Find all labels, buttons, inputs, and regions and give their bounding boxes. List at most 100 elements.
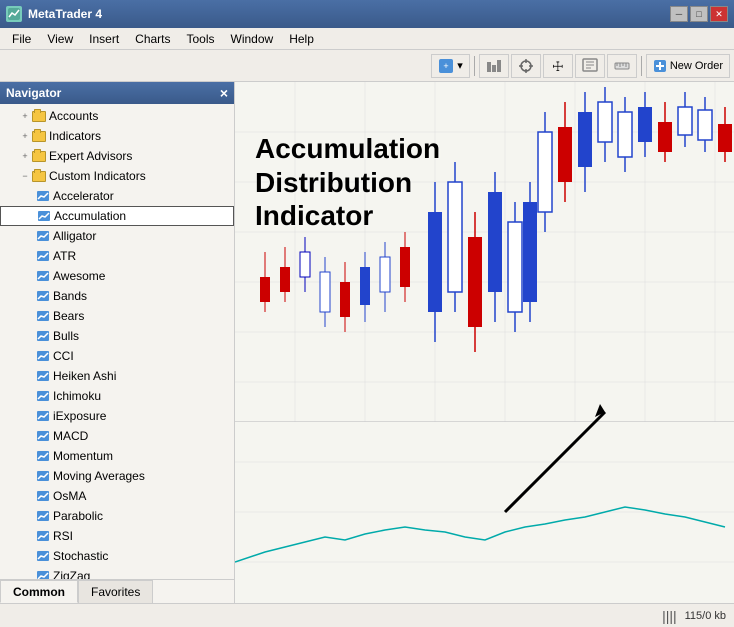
nav-item-accounts[interactable]: + Accounts [0,106,234,126]
iexposure-label: iExposure [53,409,106,423]
atr-label: ATR [53,249,76,263]
chart-svg [235,82,734,603]
indicator-macd-icon [36,430,50,442]
menu-window[interactable]: Window [223,30,282,48]
nav-item-momentum[interactable]: Momentum [0,446,234,466]
nav-item-expert-advisors[interactable]: + Expert Advisors [0,146,234,166]
toolbar-hand[interactable]: ☩ [543,54,573,78]
nav-item-bands[interactable]: Bands [0,286,234,306]
toolbar-crosshair[interactable] [511,54,541,78]
bar-chart-icon: |||| [662,608,677,624]
nav-item-awesome[interactable]: Awesome [0,266,234,286]
menu-view[interactable]: View [39,30,81,48]
momentum-label: Momentum [53,449,113,463]
nav-item-bulls[interactable]: Bulls [0,326,234,346]
indicator-awesome-icon [36,270,50,282]
indicator-iexposure-icon [36,410,50,422]
navigator-panel: Navigator × + Accounts + Indicators + Ex… [0,82,235,603]
nav-item-atr[interactable]: ATR [0,246,234,266]
indicator-momentum-icon [36,450,50,462]
toolbar: + ▾ ☩ [0,50,734,82]
chart-icon1 [486,58,502,74]
app-icon [6,6,22,22]
nav-item-ichimoku[interactable]: Ichimoku [0,386,234,406]
bands-label: Bands [53,289,87,303]
moving-averages-label: Moving Averages [53,469,145,483]
nav-item-iexposure[interactable]: iExposure [0,406,234,426]
nav-item-alligator[interactable]: Alligator [0,226,234,246]
nav-item-accelerator[interactable]: Accelerator [0,186,234,206]
nav-item-stochastic[interactable]: Stochastic [0,546,234,566]
indicator-zigzag-icon [36,570,50,579]
minimize-button[interactable]: ─ [670,6,688,22]
navigator-close[interactable]: × [220,85,228,101]
menu-help[interactable]: Help [281,30,322,48]
expand-accounts-icon: + [18,109,32,123]
tab-common[interactable]: Common [0,580,78,603]
chart-area[interactable]: Accumulation Distribution Indicator [235,82,734,603]
indicator-accelerator-icon [36,190,50,202]
nav-item-moving-averages[interactable]: Moving Averages [0,466,234,486]
menu-insert[interactable]: Insert [81,30,127,48]
indicator-accumulation-icon [37,210,51,222]
new-order-button[interactable]: New Order [646,54,730,78]
accelerator-label: Accelerator [53,189,114,203]
nav-item-custom-indicators[interactable]: − Custom Indicators [0,166,234,186]
toolbar-sep2 [641,56,642,76]
indicator-atr-icon [36,250,50,262]
indicators-label: Indicators [49,129,101,143]
nav-item-osma[interactable]: OsMA [0,486,234,506]
indicator-ichimoku-icon [36,390,50,402]
heiken-ashi-label: Heiken Ashi [53,369,116,383]
bears-label: Bears [53,309,84,323]
new-order-icon [653,59,667,73]
macd-label: MACD [53,429,88,443]
menu-file[interactable]: File [4,30,39,48]
navigator-header: Navigator × [0,82,234,104]
buy-sell-icon: + [438,58,454,74]
toolbar-buy-sell[interactable]: + ▾ [431,54,470,78]
new-order-label: New Order [670,60,723,72]
indicator-stochastic-icon [36,550,50,562]
awesome-label: Awesome [53,269,105,283]
navigator-title: Navigator [6,86,61,100]
toolbar-chart-btn1[interactable] [479,54,509,78]
maximize-button[interactable]: □ [690,6,708,22]
nav-item-accumulation[interactable]: Accumulation [0,206,234,226]
indicator-bears-icon [36,310,50,322]
indicator-cci-icon [36,350,50,362]
nav-item-heiken-ashi[interactable]: Heiken Ashi [0,366,234,386]
nav-item-parabolic[interactable]: Parabolic [0,506,234,526]
bulls-label: Bulls [53,329,79,343]
title-bar: MetaTrader 4 ─ □ ✕ [0,0,734,28]
indicator-bands-icon [36,290,50,302]
nav-item-bears[interactable]: Bears [0,306,234,326]
parabolic-label: Parabolic [53,509,103,523]
status-right: |||| 115/0 kb [662,608,726,624]
expand-ea-icon: + [18,149,32,163]
menu-charts[interactable]: Charts [127,30,178,48]
custom-indicators-label: Custom Indicators [49,169,146,183]
tab-favorites[interactable]: Favorites [78,580,153,603]
indicator-heiken-icon [36,370,50,382]
toolbar-ruler[interactable] [607,54,637,78]
indicator-ma-icon [36,470,50,482]
accounts-label: Accounts [49,109,98,123]
svg-text:+: + [444,61,449,71]
indicator-bulls-icon [36,330,50,342]
nav-item-macd[interactable]: MACD [0,426,234,446]
expand-indicators-icon: + [18,129,32,143]
title-controls: ─ □ ✕ [670,6,728,22]
accumulation-label: Accumulation [54,209,126,223]
nav-item-indicators[interactable]: + Indicators [0,126,234,146]
nav-item-zigzag[interactable]: ZigZag [0,566,234,579]
main-area: Navigator × + Accounts + Indicators + Ex… [0,82,734,603]
folder-indicators-icon [32,131,46,142]
close-button[interactable]: ✕ [710,6,728,22]
menu-tools[interactable]: Tools [179,30,223,48]
ruler-icon [614,58,630,74]
nav-item-cci[interactable]: CCI [0,346,234,366]
expand-custom-icon: − [18,169,32,183]
nav-item-rsi[interactable]: RSI [0,526,234,546]
toolbar-zoom[interactable] [575,54,605,78]
